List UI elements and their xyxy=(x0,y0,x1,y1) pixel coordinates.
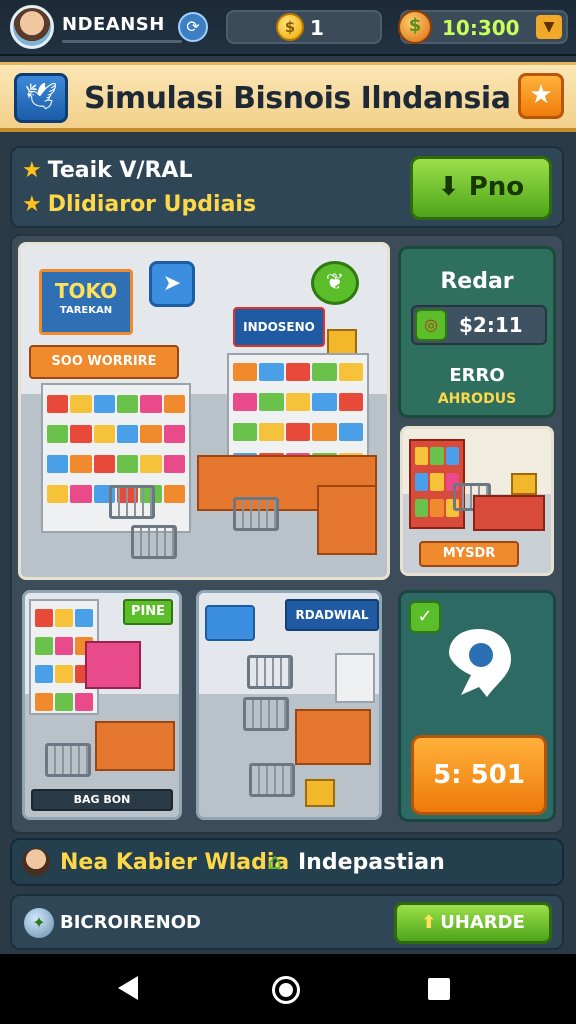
task-line-2: ★ Dlidiaror Updiais xyxy=(22,192,256,217)
map-value-button[interactable]: 5: 501 xyxy=(411,735,547,815)
game-title: Simulasi Bisnois Ilndansia xyxy=(84,81,511,116)
home-icon: ⌂ xyxy=(268,850,282,875)
coin-counter: $ 1 xyxy=(226,10,382,44)
player-name: NDEANSH xyxy=(62,14,165,35)
checkout-counter xyxy=(295,709,371,765)
task-panel: ★ Teaik V/RAL ★ Dlidiaror Updiais ⬇ Pno xyxy=(10,146,564,228)
indoseno-sign: INDOSENO xyxy=(233,307,325,347)
store-scene-main[interactable]: TOKO TAREKAN ➤ SOO WORRIRE INDOSENO ❦ xyxy=(18,242,390,580)
toko-sign-label: TOKO xyxy=(54,279,118,303)
store-window-sign xyxy=(205,605,255,641)
shopping-cart-icon[interactable] xyxy=(233,497,279,531)
shopping-cart-icon xyxy=(243,697,289,731)
main-grid: TOKO TAREKAN ➤ SOO WORRIRE INDOSENO ❦ Re… xyxy=(10,234,564,834)
task-line-1-text: Teaik V/RAL xyxy=(47,158,193,183)
play-button-label: Pno xyxy=(468,172,525,202)
gift-box-icon xyxy=(511,473,537,495)
checkout-counter xyxy=(473,495,545,531)
shopping-cart-icon xyxy=(247,655,293,689)
news-text-a: Nea Kabier Wladia xyxy=(60,850,290,875)
radar-title: Redar xyxy=(440,269,514,294)
toko-sign-sub: TAREKAN xyxy=(59,305,113,316)
system-nav-bar xyxy=(0,954,576,1024)
counter-side xyxy=(317,485,377,555)
checkmark-icon[interactable]: ✓ xyxy=(409,601,441,633)
coin-value: 1 xyxy=(310,16,324,40)
upgrade-button[interactable]: ⬆ UHARDE xyxy=(394,902,552,944)
radioval-tag: RDADWIAL xyxy=(285,599,379,631)
shelf-right xyxy=(335,653,375,703)
radar-label-1: ERRO xyxy=(449,365,505,386)
task-line-2-text: Dlidiaror Updiais xyxy=(47,192,257,217)
top-status-bar: NDEANSH ⟳ $ 1 $ 10:300 ▼ xyxy=(0,0,576,56)
store-scene-side[interactable]: MYSDR xyxy=(400,426,554,576)
store-scene-small-1[interactable]: PINE BAG BON xyxy=(22,590,182,820)
navigate-arrow-icon[interactable]: ➤ xyxy=(149,261,195,307)
upgrade-arrow-icon: ⬆ xyxy=(421,912,437,933)
money-bag-icon: $ xyxy=(398,10,432,44)
home-button-icon[interactable] xyxy=(272,976,300,1004)
upgrade-label: BICROIRENOD xyxy=(60,912,201,933)
news-text-b: Indepastian xyxy=(298,850,445,875)
map-pin-icon xyxy=(449,629,511,697)
radar-card[interactable]: Redar ◎ $2:11 ERRO AHRODUS xyxy=(398,246,556,418)
cash-value: 10:300 xyxy=(442,16,520,40)
player-avatar[interactable] xyxy=(10,5,54,49)
leaf-icon[interactable]: ❦ xyxy=(311,261,359,305)
radar-price: $2:11 xyxy=(459,313,523,337)
recent-apps-icon[interactable] xyxy=(428,978,450,1000)
store-side-tag: MYSDR xyxy=(419,541,519,567)
checkout-counter xyxy=(95,721,175,771)
task-line-1: ★ Teaik V/RAL xyxy=(22,158,192,183)
title-banner: 🕊 Simulasi Bisnois Ilndansia ★ xyxy=(0,62,576,132)
xp-bar xyxy=(62,40,182,43)
store-side-sign: SOO WORRIRE xyxy=(29,345,179,379)
star-icon: ★ xyxy=(22,158,42,183)
star-icon: ★ xyxy=(22,192,42,217)
news-bar[interactable]: Nea Kabier Wladia ⌂ Indepastian xyxy=(10,838,564,886)
shopping-cart-icon[interactable] xyxy=(131,525,177,559)
bag-bon-tag: BAG BON xyxy=(31,789,173,811)
toko-sign: TOKO TAREKAN xyxy=(39,269,133,335)
radar-label-2: AHRODUS xyxy=(437,391,517,407)
chevron-down-icon[interactable]: ▼ xyxy=(536,15,562,39)
cash-counter: $ 10:300 ▼ xyxy=(398,10,568,44)
display-table xyxy=(85,641,141,689)
radar-price-box: ◎ $2:11 xyxy=(411,305,547,345)
bird-logo-icon[interactable]: 🕊 xyxy=(14,73,68,123)
back-icon[interactable] xyxy=(118,976,138,1000)
coin-icon: $ xyxy=(276,13,304,41)
pine-tag: PINE xyxy=(123,599,173,625)
play-button[interactable]: ⬇ Pno xyxy=(410,156,552,220)
shopping-cart-icon[interactable] xyxy=(109,485,155,519)
speed-icon[interactable]: ⟳ xyxy=(178,12,208,42)
news-avatar xyxy=(22,848,50,876)
radar-icon: ◎ xyxy=(415,309,447,341)
shopping-cart-icon xyxy=(249,763,295,797)
shopping-cart-icon xyxy=(45,743,91,777)
store-scene-small-2[interactable]: RDADWIAL xyxy=(196,590,382,820)
upgrade-button-label: UHARDE xyxy=(440,912,525,933)
arrow-down-icon: ⬇ xyxy=(437,172,460,202)
globe-icon: ✦ xyxy=(24,908,54,938)
map-card[interactable]: ✓ 5: 501 xyxy=(398,590,556,822)
star-icon[interactable]: ★ xyxy=(518,73,564,119)
gift-box-icon xyxy=(305,779,335,807)
upgrade-bar: ✦ BICROIRENOD ⬆ UHARDE xyxy=(10,894,564,950)
